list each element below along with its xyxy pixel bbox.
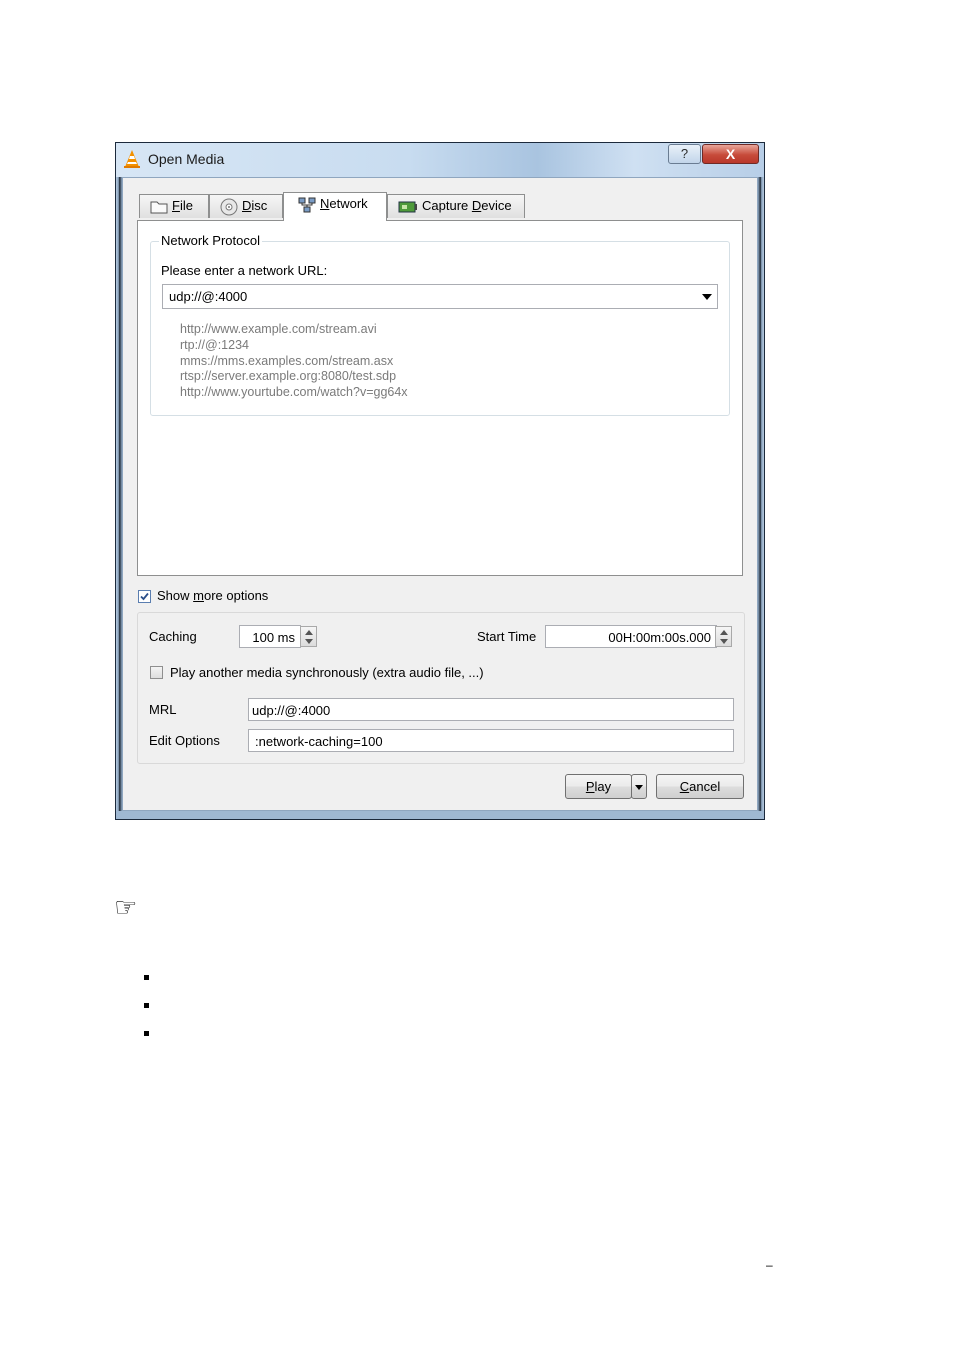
vlc-cone-icon xyxy=(124,150,140,168)
tab-capture-device[interactable]: Capture Device xyxy=(387,194,525,218)
network-url-value: udp://@:4000 xyxy=(169,289,248,304)
cancel-button[interactable]: Cancel xyxy=(656,774,744,799)
edit-options-field[interactable]: :network-caching=100 xyxy=(248,729,734,752)
play-sync-label[interactable]: Play another media synchronously (extra … xyxy=(170,665,484,680)
edit-options-label: Edit Options xyxy=(149,733,220,748)
tab-network-label: Network xyxy=(320,196,368,211)
show-more-options-checkbox[interactable] xyxy=(138,590,151,603)
window-title: Open Media xyxy=(148,151,225,167)
play-button[interactable]: Play xyxy=(565,774,632,799)
mrl-value: udp://@:4000 xyxy=(252,703,331,718)
play-options-dropdown[interactable] xyxy=(631,774,647,799)
caching-field[interactable]: 100 ms xyxy=(239,625,301,648)
tab-disc-label: Disc xyxy=(242,198,268,213)
tab-file-label: File xyxy=(172,198,193,213)
mrl-field[interactable]: udp://@:4000 xyxy=(248,698,734,721)
network-icon xyxy=(298,197,316,213)
group-title: Network Protocol xyxy=(159,233,262,248)
title-bar[interactable]: Open Media ? X xyxy=(116,143,764,177)
caching-value: 100 ms xyxy=(252,630,295,645)
help-button[interactable]: ? xyxy=(668,144,701,164)
checkmark-icon xyxy=(140,592,149,601)
start-time-label: Start Time xyxy=(477,629,537,644)
caching-label: Caching xyxy=(149,629,197,644)
start-time-value: 00H:00m:00s.000 xyxy=(608,630,711,645)
caching-spinner[interactable] xyxy=(300,626,317,647)
url-example: rtsp://server.example.org:8080/test.sdp xyxy=(180,369,397,384)
start-time-spinner[interactable] xyxy=(715,626,732,647)
url-example: http://www.yourtube.com/watch?v=gg64x xyxy=(180,385,408,400)
url-example: http://www.example.com/stream.avi xyxy=(180,322,377,336)
play-sync-checkbox[interactable] xyxy=(150,666,163,679)
window-border-bottom xyxy=(116,811,764,819)
network-url-combobox[interactable]: udp://@:4000 xyxy=(162,284,718,309)
edit-options-value: :network-caching=100 xyxy=(255,734,383,749)
url-example: mms://mms.examples.com/stream.asx xyxy=(180,353,394,368)
tab-file[interactable]: File xyxy=(139,194,209,218)
tab-capture-label: Capture Device xyxy=(422,198,512,213)
capture-card-icon xyxy=(398,201,417,213)
mrl-label: MRL xyxy=(149,702,177,717)
chevron-down-icon xyxy=(635,785,643,790)
folder-icon xyxy=(150,201,168,214)
show-more-options-label[interactable]: Show more options xyxy=(157,588,268,603)
open-media-window: Open Media ? X File Disc Network Capture… xyxy=(115,142,765,820)
list-bullet xyxy=(144,1003,149,1008)
network-tab-panel: Network Protocol Please enter a network … xyxy=(137,220,743,576)
tab-network[interactable]: Network xyxy=(283,192,387,221)
dialog-client-area: File Disc Network Capture Device Network… xyxy=(122,177,758,811)
dropdown-arrow-icon[interactable] xyxy=(702,294,712,300)
pointing-hand-icon: ☞ xyxy=(114,892,138,922)
window-border-right xyxy=(758,177,764,817)
disc-icon xyxy=(220,198,238,216)
network-protocol-group: Network Protocol Please enter a network … xyxy=(150,233,730,416)
url-examples: http://www.example.com/stream.avi rtp://… xyxy=(180,322,408,401)
tab-disc[interactable]: Disc xyxy=(209,194,283,218)
url-example: rtp://@:1234 xyxy=(180,337,249,352)
footer-mark: – xyxy=(766,1258,773,1272)
url-prompt-label: Please enter a network URL: xyxy=(161,263,328,278)
more-options-panel: Caching 100 ms Start Time 00H:00m:00s.00… xyxy=(137,612,745,764)
close-button[interactable]: X xyxy=(702,144,759,164)
list-bullet xyxy=(144,1031,149,1036)
start-time-field[interactable]: 00H:00m:00s.000 xyxy=(545,625,717,648)
list-bullet xyxy=(144,975,149,980)
